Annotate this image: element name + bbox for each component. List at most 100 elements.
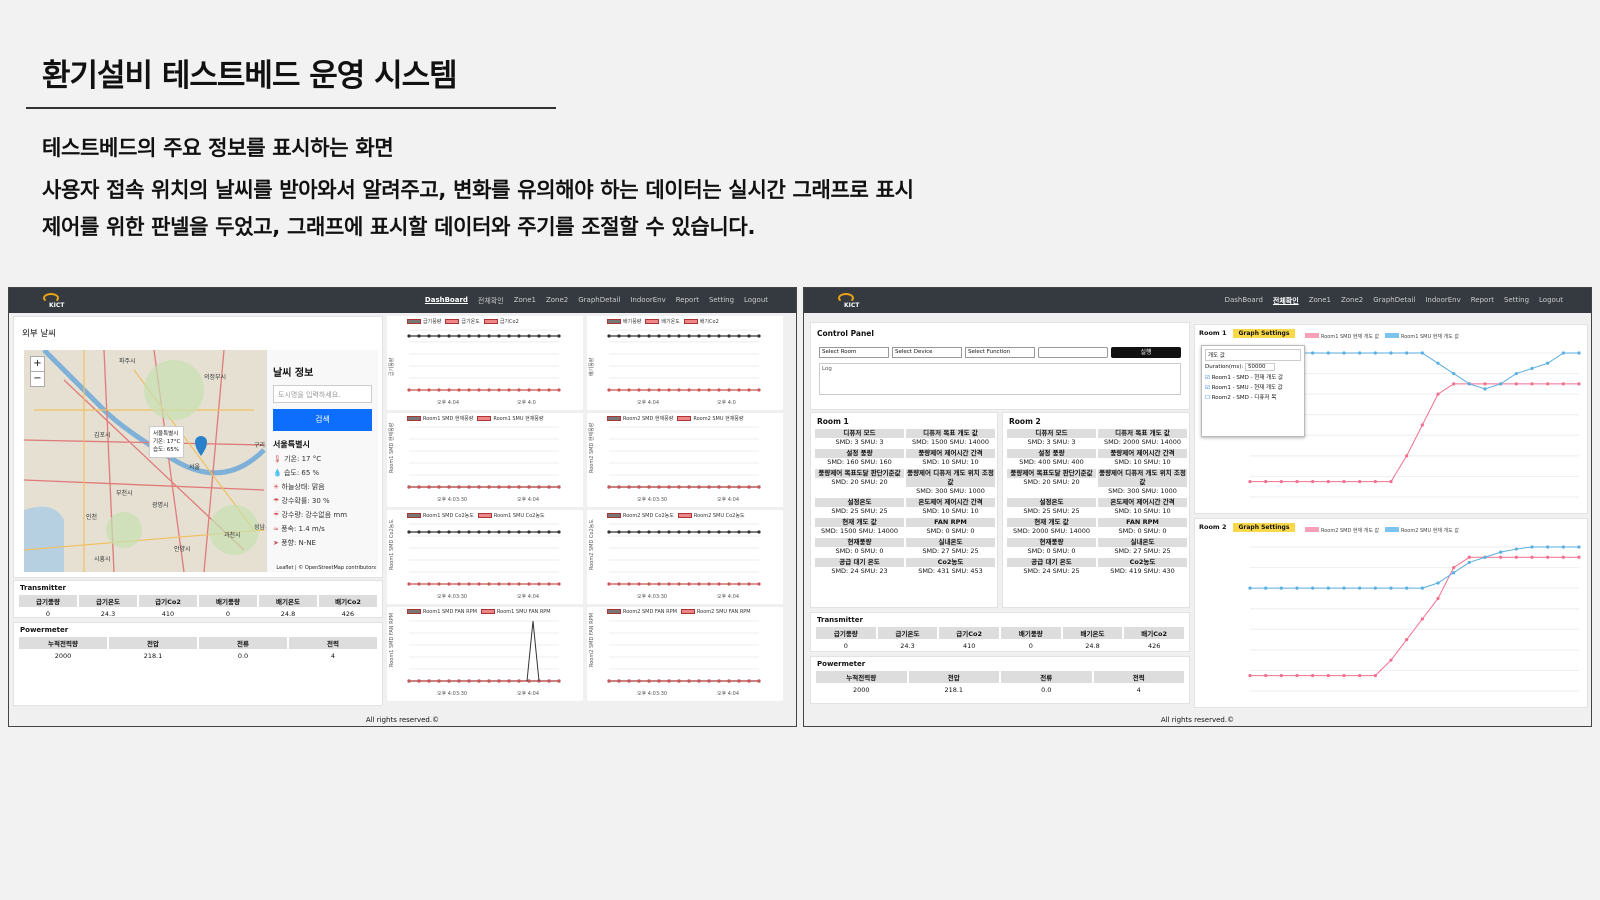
nav-5[interactable]: IndoorEnv bbox=[630, 296, 665, 306]
chart-plot: 오후 4:03:30 오후 4:04 Room2 SMD Co2농도 bbox=[589, 519, 761, 600]
nav-2[interactable]: Zone1 bbox=[1309, 296, 1331, 306]
graph-option[interactable]: ☑ Room1 - SMU - 현재 개도 값 bbox=[1205, 383, 1301, 391]
select-device[interactable]: Select Device bbox=[892, 347, 962, 358]
graph-option[interactable]: ☐ Room2 - SMD - 디퓨저 목 bbox=[1205, 393, 1301, 401]
series-line bbox=[1250, 556, 1579, 677]
graph-option[interactable]: ☑ Room1 - SMD - 현재 개도 값 bbox=[1205, 373, 1301, 381]
series-point bbox=[557, 334, 561, 338]
series-point bbox=[487, 530, 491, 534]
graph-field-select[interactable]: 개도 값 bbox=[1205, 349, 1301, 361]
checkbox-icon[interactable]: ☐ bbox=[1205, 395, 1212, 401]
nav-3[interactable]: Zone2 bbox=[1341, 296, 1363, 306]
nav-4[interactable]: GraphDetail bbox=[578, 296, 620, 306]
kict-logo[interactable]: KICT bbox=[838, 293, 860, 309]
select-room[interactable]: Select Room bbox=[819, 347, 889, 358]
data-point bbox=[1436, 596, 1440, 601]
room-cell: 설정 풍량 SMD: 160 SMU: 160 bbox=[815, 449, 904, 467]
run-button[interactable]: 실행 bbox=[1111, 347, 1181, 358]
data-point bbox=[1530, 382, 1534, 386]
nav-7[interactable]: Setting bbox=[709, 296, 734, 306]
chart-plot: 오후 4:03:30 오후 4:04 Room1 SMD 현재풍량 bbox=[388, 422, 561, 503]
series-point bbox=[417, 485, 421, 489]
nav-3[interactable]: Zone2 bbox=[546, 296, 568, 306]
table-header: 급기온도 bbox=[877, 627, 938, 639]
series-point bbox=[497, 485, 501, 489]
data-point bbox=[1577, 382, 1581, 386]
weather-row: 💧 습도: 65 % bbox=[273, 468, 372, 478]
data-point bbox=[1577, 545, 1581, 549]
nav-4[interactable]: GraphDetail bbox=[1373, 296, 1415, 306]
data-point bbox=[1326, 673, 1330, 678]
nav-7[interactable]: Setting bbox=[1504, 296, 1529, 306]
select-function[interactable]: Select Function bbox=[965, 347, 1035, 358]
data-point bbox=[1311, 351, 1315, 355]
series-point bbox=[547, 334, 551, 338]
nav-0[interactable]: DashBoard bbox=[1225, 296, 1263, 306]
nav-1[interactable]: 전체확인 bbox=[1273, 296, 1299, 306]
legend-label: Room1 SMD 현재 개도 값 bbox=[1321, 333, 1380, 340]
value-input[interactable] bbox=[1038, 347, 1108, 358]
zoom-out-button[interactable]: − bbox=[31, 372, 44, 386]
slide-title: 환기설비 테스트베드 운영 시스템 bbox=[42, 58, 458, 94]
map-label: 부천시 bbox=[116, 490, 133, 497]
data-point bbox=[1389, 351, 1393, 355]
room-cell-value: SMD: 2000 SMU: 14000 bbox=[1012, 527, 1091, 535]
series-point bbox=[537, 334, 541, 338]
series-point bbox=[507, 679, 511, 683]
table-cell: 0.0 bbox=[1041, 686, 1052, 694]
nav-1[interactable]: 전체확인 bbox=[478, 296, 504, 306]
series-point bbox=[667, 485, 671, 489]
series-point bbox=[727, 582, 731, 586]
room-cell-key: 현재풍량 bbox=[1007, 538, 1096, 547]
room-cell-value: SMD: 1500 SMU: 14000 bbox=[911, 438, 990, 446]
kict-logo[interactable]: KICT bbox=[43, 293, 65, 309]
series-point bbox=[507, 485, 511, 489]
checkbox-icon[interactable]: ☑ bbox=[1205, 375, 1212, 381]
map-view[interactable]: + − 서울특별시 기온: 17°C 습도: 65% 파주시의정부시남양주시김포… bbox=[24, 350, 378, 572]
series-point bbox=[647, 388, 651, 392]
room-cell-value: SMD: 0 SMU: 0 bbox=[835, 547, 884, 555]
map-attribution[interactable]: Leaflet | © OpenStreetMap contributors bbox=[276, 565, 376, 571]
series-point bbox=[627, 582, 631, 586]
zoom-in-button[interactable]: + bbox=[31, 357, 44, 372]
room-cell: 풍량제어 제어시간 간격 SMD: 10 SMU: 10 bbox=[906, 449, 995, 467]
series-point bbox=[667, 582, 671, 586]
nav-2[interactable]: Zone1 bbox=[514, 296, 536, 306]
room2-card: Room 2 디퓨저 모드 SMD: 3 SMU: 3 디퓨저 목표 개도 값 SMD… bbox=[1002, 412, 1190, 608]
nav-8[interactable]: Logout bbox=[744, 296, 768, 306]
duration-input[interactable]: 50000 bbox=[1245, 363, 1275, 371]
nav-6[interactable]: Report bbox=[1471, 296, 1494, 306]
data-point bbox=[1311, 586, 1315, 590]
nav-6[interactable]: Report bbox=[676, 296, 699, 306]
series-point bbox=[617, 485, 621, 489]
series-point bbox=[427, 530, 431, 534]
series-point bbox=[757, 582, 761, 586]
checkbox-icon[interactable]: ☑ bbox=[1205, 385, 1212, 391]
nav-8[interactable]: Logout bbox=[1539, 296, 1563, 306]
series-point bbox=[517, 388, 521, 392]
powermeter-card: Powermeter 누적전력량 전압 전류 전력 2000 218.1 0.0 4 bbox=[810, 656, 1190, 704]
weather-row: ➤ 풍향: N-NE bbox=[273, 538, 372, 548]
legend-label: Room2 SMU 현재 개도 값 bbox=[1401, 527, 1459, 534]
room-cell-key: 풍량제어 디퓨저 개도 위치 조정값 bbox=[906, 469, 995, 487]
series-point bbox=[447, 485, 451, 489]
search-button[interactable]: 검색 bbox=[273, 409, 372, 431]
table-header: 전력 bbox=[289, 637, 377, 649]
series-point bbox=[607, 582, 611, 586]
series-point bbox=[727, 388, 731, 392]
series-point bbox=[747, 582, 751, 586]
data-point bbox=[1264, 673, 1268, 678]
nav-5[interactable]: IndoorEnv bbox=[1425, 296, 1460, 306]
weather-row-text: 기온: 17 °C bbox=[284, 455, 322, 463]
data-point bbox=[1452, 382, 1456, 386]
table-cell: 24.3 bbox=[900, 642, 915, 650]
weather-card-title: 외부 날씨 bbox=[22, 329, 56, 339]
series-point bbox=[697, 388, 701, 392]
data-point bbox=[1436, 392, 1440, 396]
series-point bbox=[637, 334, 641, 338]
nav-0[interactable]: DashBoard bbox=[425, 296, 468, 306]
city-search-input[interactable]: 도시명을 입력하세요. bbox=[273, 385, 372, 403]
data-point bbox=[1499, 382, 1503, 386]
log-textarea[interactable]: Log bbox=[819, 363, 1181, 395]
series-point bbox=[677, 582, 681, 586]
